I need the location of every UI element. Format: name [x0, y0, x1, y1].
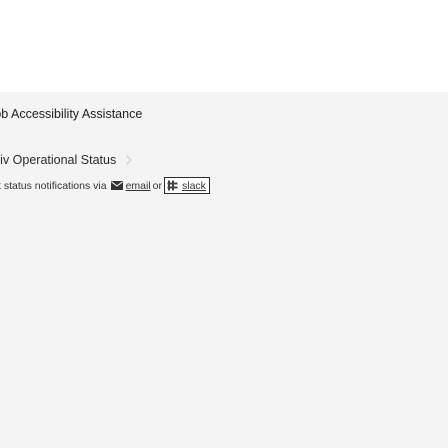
or-text: or	[152, 179, 162, 192]
slack-link-focused[interactable]: slack	[164, 177, 210, 194]
footer	[0, 92, 448, 448]
slack-icon	[167, 180, 178, 191]
mail-icon	[110, 181, 123, 190]
operational-status-link[interactable]: ‹iv Operational Status	[0, 153, 116, 167]
page: ɔb Accessibility Assistance ‹iv Operatio…	[0, 0, 448, 448]
accessibility-assistance-heading[interactable]: ɔb Accessibility Assistance	[0, 107, 142, 121]
operational-status-row[interactable]: ‹iv Operational Status	[0, 153, 133, 167]
slack-link[interactable]: slack	[182, 180, 206, 192]
content-area	[0, 0, 448, 92]
chevron-right-icon	[126, 155, 133, 165]
status-notifications-row: t status notifications via email or slac…	[0, 177, 210, 194]
notify-text: t status notifications via	[0, 179, 107, 192]
email-link[interactable]: email	[126, 180, 151, 192]
